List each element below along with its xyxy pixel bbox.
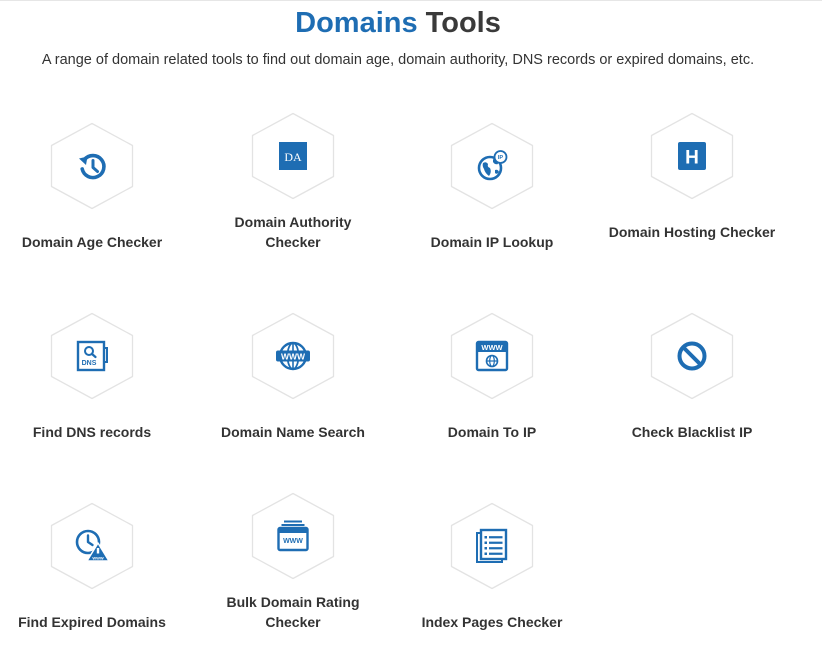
page-title-accent: Domains [295,7,418,39]
hex-frame: IP [450,122,534,210]
domains-tools-page: Domains Tools A range of domain related … [0,0,822,653]
hex-frame: H [650,112,734,200]
page-title: Domains Tools [0,5,796,41]
clock-warning-icon: WWW [75,529,110,562]
tool-card-domain-to-ip[interactable]: WWW Domain To IP [392,312,592,462]
hex-frame [50,122,134,210]
tool-label: Find Expired Domains [18,614,166,630]
svg-text:IP: IP [498,155,504,161]
www-window-icon: WWW [475,340,509,372]
da-icon: DA [279,142,307,170]
tool-card-domain-age-checker[interactable]: Domain Age Checker [0,122,192,272]
svg-text:H: H [685,148,699,169]
svg-text:WWW: WWW [283,538,303,545]
tool-label: Domain Authority Checker [234,214,352,250]
tool-label: Domain Name Search [221,424,365,440]
tool-label: Domain Age Checker [21,234,163,250]
tool-card-find-dns-records[interactable]: DNS Find DNS records [0,312,192,462]
hosting-h-icon: H [678,142,706,170]
tool-label: Check Blacklist IP [631,424,753,440]
globe-ip-icon: IP [477,150,508,181]
tool-card-domain-name-search[interactable]: WWW Domain Name Search [193,312,393,462]
pages-list-icon [476,528,508,563]
svg-text:DA: DA [284,150,302,164]
page-subtitle: A range of domain related tools to find … [41,52,755,68]
hex-frame: WWW [450,312,534,400]
tool-label: Domain To IP [447,424,537,440]
hex-frame [650,312,734,400]
svg-text:WWW: WWW [92,556,104,561]
history-icon [79,153,106,180]
tool-label: Index Pages Checker [421,614,563,630]
svg-text:DNS: DNS [82,360,97,367]
hex-frame: DA [251,112,335,200]
ban-icon [677,341,707,371]
www-globe-icon: WWW [276,341,310,371]
tool-card-domain-authority-checker[interactable]: DA Domain Authority Checker [193,112,393,262]
tool-card-check-blacklist-ip[interactable]: Check Blacklist IP [592,312,792,462]
tool-card-domain-hosting-checker[interactable]: H Domain Hosting Checker [592,112,792,262]
hex-frame: WWW [50,502,134,590]
hex-frame: DNS [50,312,134,400]
hex-frame: WWW [251,312,335,400]
tool-label: Domain Hosting Checker [608,224,776,240]
tool-label: Find DNS records [32,424,152,440]
tool-card-domain-ip-lookup[interactable]: IP Domain IP Lookup [392,122,592,272]
page-title-rest: Tools [425,7,501,39]
dns-search-icon: DNS [76,340,108,372]
svg-text:WWW: WWW [281,352,306,362]
tool-card-bulk-domain-rating-checker[interactable]: WWW Bulk Domain Rating Checker [193,492,393,642]
hex-frame: WWW [251,492,335,580]
tool-card-index-pages-checker[interactable]: Index Pages Checker [392,502,592,652]
www-stack-icon: WWW [277,520,309,552]
hex-frame [450,502,534,590]
tool-label: Domain IP Lookup [430,234,554,250]
tool-card-find-expired-domains[interactable]: WWW Find Expired Domains [0,502,192,652]
tool-label: Bulk Domain Rating Checker [226,594,360,630]
svg-text:WWW: WWW [481,343,503,352]
